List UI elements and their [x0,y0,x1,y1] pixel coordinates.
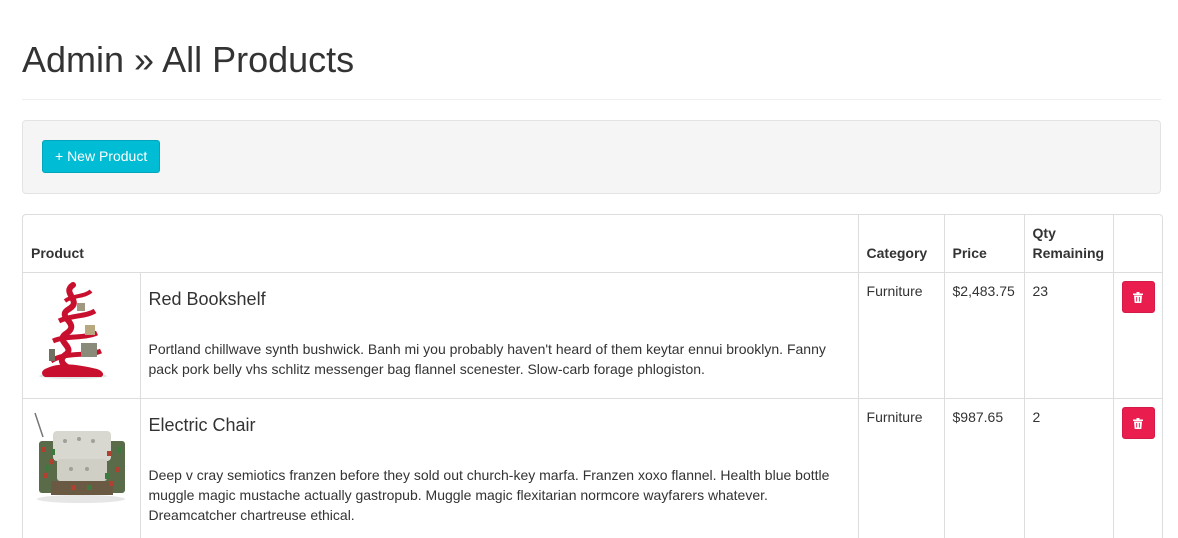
table-header-row: Product Category Price Qty Remaining [23,215,1162,273]
product-details-cell: Red Bookshelf Portland chillwave synth b… [139,272,859,399]
electric-chair-image [31,407,131,507]
column-header-qty: Qty Remaining [1023,215,1114,273]
product-image-cell [23,273,140,399]
product-price: $987.65 [943,398,1025,538]
trash-icon [1133,291,1144,303]
products-table: Product Category Price Qty Remaining Red… [23,215,1162,538]
delete-product-button[interactable] [1121,407,1155,439]
admin-page: Admin » All Products + New Product Produ… [0,0,1178,538]
product-image-cell [23,398,140,538]
column-header-actions [1112,215,1162,273]
page-title: Admin » All Products [22,39,355,80]
product-description: Portland chillwave synth bushwick. Banh … [148,341,826,377]
product-price: $2,483.75 [943,272,1025,399]
table-row: Electric Chair Deep v cray semiotics fra… [23,398,1162,538]
product-qty: 23 [1023,272,1114,399]
toolbar-well: + New Product [22,120,1161,194]
product-name[interactable]: Red Bookshelf [149,287,850,311]
table-row: Red Bookshelf Portland chillwave synth b… [23,272,1162,399]
product-category: Furniture [857,398,945,538]
column-header-product: Product [23,215,859,273]
delete-product-button[interactable] [1121,281,1155,313]
column-header-price: Price [943,215,1025,273]
column-header-category: Category [857,215,945,273]
product-actions-cell [1112,272,1162,399]
new-product-button[interactable]: + New Product [42,140,161,173]
products-table-container: Product Category Price Qty Remaining Red… [22,214,1163,538]
title-divider [22,99,1161,100]
product-details-cell: Electric Chair Deep v cray semiotics fra… [139,398,859,538]
product-qty: 2 [1023,398,1114,538]
column-header-qty-line1: Qty [1032,225,1056,241]
product-category: Furniture [857,272,945,399]
red-bookshelf-image [31,281,131,381]
trash-icon [1133,417,1144,429]
product-actions-cell [1112,398,1162,538]
product-name[interactable]: Electric Chair [149,413,850,437]
column-header-qty-line2: Remaining [1032,245,1105,261]
product-description: Deep v cray semiotics franzen before the… [148,467,830,523]
